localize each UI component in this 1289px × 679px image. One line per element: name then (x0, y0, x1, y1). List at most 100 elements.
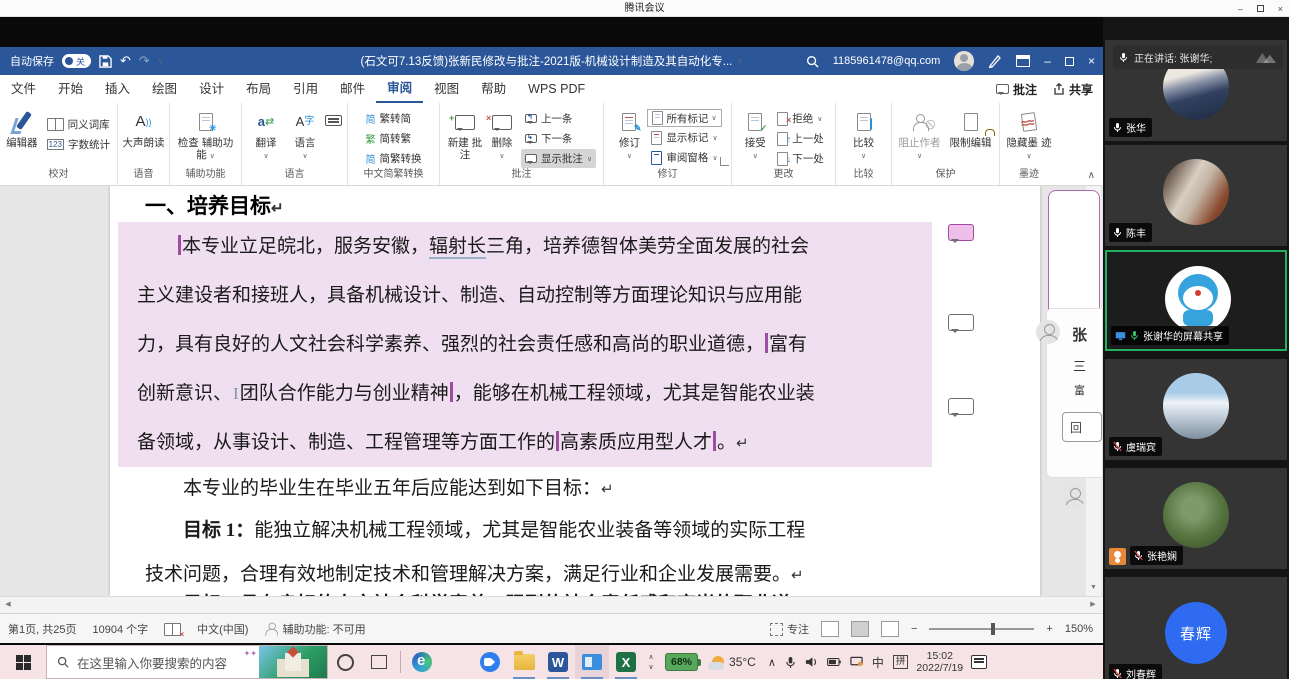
comment-bubble-icon[interactable] (948, 314, 974, 333)
task-view-button[interactable] (362, 645, 396, 679)
weather-widget[interactable]: 35°C (708, 655, 756, 670)
zoom-level[interactable]: 150% (1065, 623, 1093, 635)
cortana-button[interactable] (328, 645, 362, 679)
edge-button[interactable] (405, 645, 439, 679)
reviewing-pane-button[interactable]: 审阅窗格 ∨ (647, 148, 721, 167)
show-comments-button[interactable]: 显示批注 ∨ (520, 149, 597, 168)
volume-tray-icon[interactable] (805, 656, 818, 668)
convert-button[interactable]: 简简繁转换 (362, 149, 426, 168)
next-change-button[interactable]: ↓ 下一处 (773, 149, 828, 168)
participant-tile-chenfeng[interactable]: 陈丰 (1105, 145, 1287, 246)
tencent-meeting-button[interactable] (473, 645, 507, 679)
reply-button[interactable]: 回 (1062, 412, 1102, 442)
tab-draw[interactable]: 绘图 (141, 76, 188, 102)
qat-customize-icon[interactable]: ∨ (158, 57, 163, 65)
ime-language-indicator[interactable]: 中 (872, 654, 884, 671)
tab-layout[interactable]: 布局 (235, 76, 282, 102)
accept-button[interactable]: ✓ 接受 ∨ (739, 107, 771, 163)
tab-design[interactable]: 设计 (188, 76, 235, 102)
tray-expand-icon[interactable]: ∧ (768, 656, 776, 669)
tab-mailings[interactable]: 邮件 (329, 76, 376, 102)
excel-taskbar-button[interactable]: X (609, 645, 643, 679)
window-restore-button[interactable] (1256, 5, 1264, 12)
traditional-to-simplified-button[interactable]: 简繁转简 (362, 109, 426, 128)
zoom-in-icon[interactable]: + (1046, 623, 1052, 635)
meeting-app-button[interactable] (575, 645, 609, 679)
word-minimize-button[interactable]: – (1044, 54, 1051, 68)
tab-insert[interactable]: 插入 (94, 76, 141, 102)
hide-ink-button[interactable]: ≈≈ 隐藏墨 迹 ∨ (1005, 107, 1053, 163)
participant-tile-yuruibin[interactable]: 虞瑞宾 (1105, 359, 1287, 460)
restrict-editing-button[interactable]: 限制编辑 (946, 107, 996, 149)
taskbar-clock[interactable]: 15:02 2022/7/19 (916, 650, 963, 674)
reject-button[interactable]: × 拒绝 ∨ (773, 109, 828, 128)
markup-view-dropdown[interactable]: 所有标记 ∨ (647, 109, 722, 127)
comment-bubble-icon[interactable] (948, 224, 974, 243)
title-dropdown-icon[interactable]: ∨ (737, 57, 742, 65)
comments-button[interactable]: 批注 (995, 81, 1037, 98)
search-icon[interactable] (806, 55, 819, 68)
tracking-dialog-launcher[interactable] (720, 157, 729, 166)
account-avatar[interactable] (954, 51, 975, 71)
delete-comment-button[interactable]: × 删除 ∨ (485, 107, 519, 163)
web-layout-button[interactable] (880, 621, 899, 637)
word-count-button[interactable]: 123 字数统计 (43, 135, 114, 154)
word-taskbar-button[interactable]: W (541, 645, 575, 679)
tab-view[interactable]: 视图 (423, 76, 470, 102)
taskbar-overflow-arrows[interactable]: ∧ ∨ (643, 653, 659, 671)
keyboard-icon[interactable] (325, 115, 342, 126)
notification-center-icon[interactable] (971, 655, 988, 669)
tab-help[interactable]: 帮助 (470, 76, 517, 102)
file-explorer-button[interactable] (507, 645, 541, 679)
track-changes-button[interactable]: ✎ 修订 ∨ (613, 107, 645, 163)
display-tray-icon[interactable] (850, 656, 863, 668)
document-page[interactable]: 一、培养目标↵ 本专业立足皖北，服务安徽，辐射长三角，培养德智体美劳全面发展的社… (110, 186, 1040, 596)
tab-review[interactable]: 审阅 (376, 75, 424, 103)
scroll-right-icon[interactable]: ▶ (1085, 597, 1101, 613)
translate-button[interactable]: a ⇄ 翻译 ∨ (247, 107, 285, 163)
comment-bubble-icon[interactable] (948, 398, 974, 417)
participant-tile-zhangyanxian[interactable]: 张艳娴 (1105, 468, 1287, 569)
read-aloud-button[interactable]: A)) 大声朗读 (121, 107, 166, 149)
save-icon[interactable] (99, 54, 112, 68)
word-count-indicator[interactable]: 10904 个字 (92, 621, 148, 637)
collapse-ribbon-icon[interactable]: ∧ (1088, 170, 1095, 181)
autosave-toggle[interactable]: 关 (62, 54, 92, 68)
horizontal-scrollbar[interactable]: ◀ ▶ (0, 596, 1103, 613)
show-markup-button[interactable]: 显示标记 ∨ (647, 128, 721, 147)
next-comment-button[interactable]: ↳ 下一条 (521, 129, 596, 148)
focus-mode-button[interactable]: 专注 (769, 621, 809, 637)
tab-file[interactable]: 文件 (0, 76, 47, 102)
proofing-status-icon[interactable]: × (164, 622, 184, 639)
scroll-left-icon[interactable]: ◀ (0, 597, 16, 613)
battery-tray-icon[interactable] (826, 657, 841, 667)
previous-change-button[interactable]: ↑ 上一处 (773, 129, 828, 148)
ribbon-display-options-icon[interactable] (1016, 55, 1031, 67)
previous-comment-button[interactable]: ↰ 上一条 (521, 109, 596, 128)
zoom-out-icon[interactable]: − (911, 623, 917, 635)
ink-pen-icon[interactable] (988, 54, 1002, 68)
compare-button[interactable]: 比较 ∨ (840, 107, 888, 163)
redo-button[interactable]: ↷ (139, 53, 150, 69)
zoom-slider[interactable] (929, 623, 1035, 635)
language-indicator[interactable]: 中文(中国) (197, 621, 248, 637)
tab-wps-pdf[interactable]: WPS PDF (517, 76, 596, 102)
participant-tile-screenshare[interactable]: 张谢华的屏幕共享 (1105, 250, 1287, 351)
battery-widget[interactable]: 68% (665, 653, 702, 671)
start-button[interactable] (0, 645, 46, 679)
new-comment-button[interactable]: + 新建 批注 (447, 107, 483, 161)
read-mode-button[interactable] (820, 621, 839, 637)
editor-button[interactable]: 编辑器 (3, 107, 41, 149)
accessibility-status[interactable]: 辅助功能: 不可用 (264, 621, 366, 637)
search-highlights-image[interactable] (259, 646, 327, 678)
microphone-tray-icon[interactable] (785, 656, 796, 669)
word-close-button[interactable]: × (1088, 54, 1095, 68)
tab-references[interactable]: 引用 (282, 76, 329, 102)
tab-home[interactable]: 开始 (47, 76, 94, 102)
share-button[interactable]: 共享 (1053, 81, 1093, 98)
page-indicator[interactable]: 第1页, 共25页 (8, 621, 76, 637)
thesaurus-button[interactable]: 同义词库 (43, 115, 114, 134)
participant-tile-liuchunhui[interactable]: 春辉 刘春辉 (1105, 577, 1287, 679)
ime-mode-icon[interactable]: 拼 (892, 655, 909, 669)
zoom-slider-thumb[interactable] (991, 623, 996, 635)
